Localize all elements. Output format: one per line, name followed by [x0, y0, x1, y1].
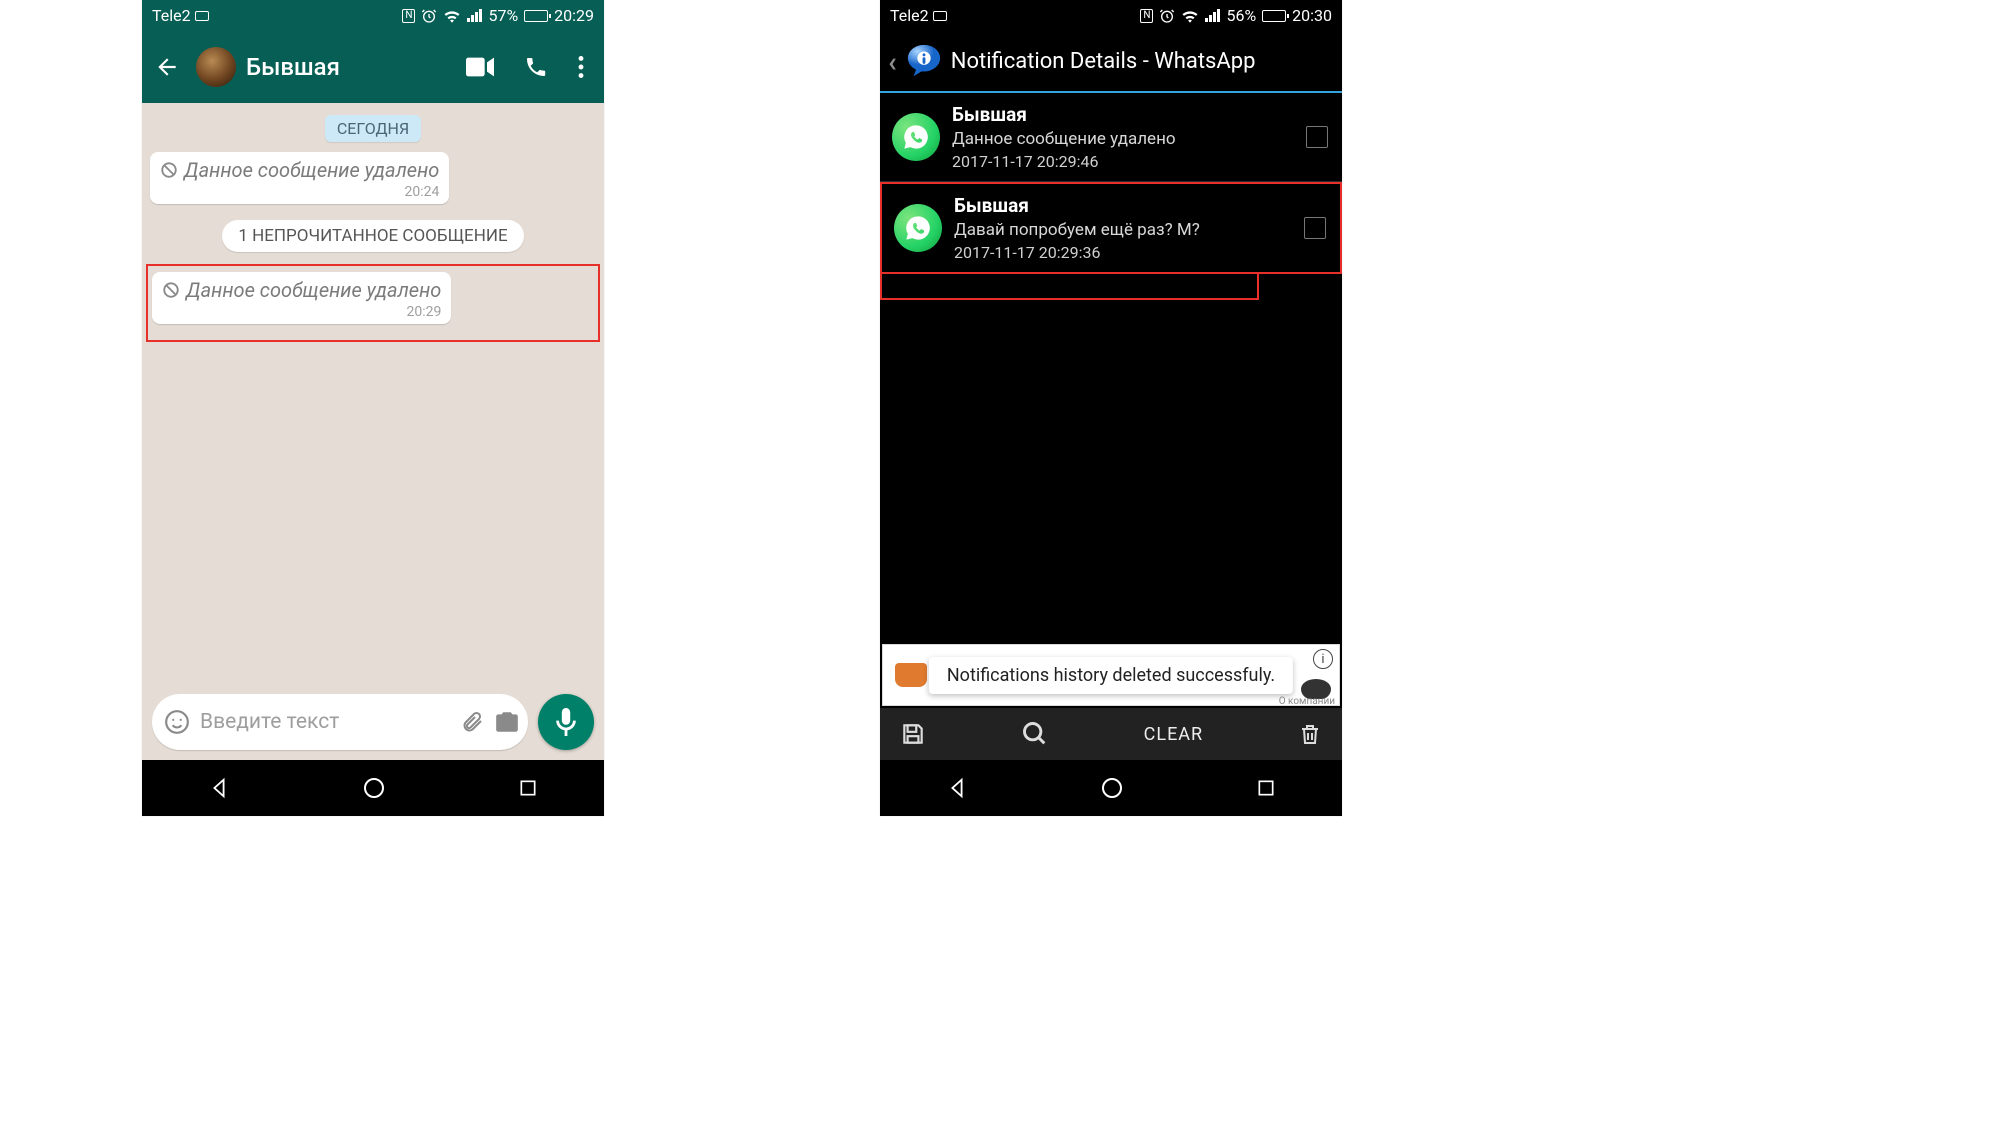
back-button[interactable]: ‹ — [888, 45, 897, 78]
clock-label: 20:29 — [554, 6, 594, 25]
ad-image-icon — [895, 663, 927, 687]
battery-icon — [524, 10, 548, 22]
highlighted-region: Данное сообщение удалено 20:29 — [146, 264, 600, 342]
app-header: ‹ Notification Details - WhatsApp — [880, 31, 1342, 93]
back-button[interactable] — [148, 48, 186, 86]
chat-area[interactable]: СЕГОДНЯ Данное сообщение удалено 20:24 1… — [142, 103, 604, 684]
status-bar: Tele2 N 57% 20:29 — [142, 0, 604, 31]
message-time: 20:24 — [160, 184, 439, 200]
ad-info-icon[interactable]: i — [1313, 649, 1333, 669]
nav-back-button[interactable] — [946, 777, 968, 799]
emoji-icon[interactable] — [164, 709, 190, 735]
carrier-label: Tele2 — [152, 6, 191, 25]
message-text: Данное сообщение удалено — [184, 158, 439, 182]
input-row: Введите текст — [142, 684, 604, 760]
mic-button[interactable] — [538, 694, 594, 750]
wifi-icon — [443, 9, 461, 23]
chat-header: Бывшая — [142, 31, 604, 103]
carrier-label: Tele2 — [890, 6, 929, 25]
sim-icon — [195, 11, 209, 21]
nav-home-button[interactable] — [362, 776, 386, 800]
voice-call-button[interactable] — [514, 45, 558, 89]
highlight-extension — [880, 272, 1259, 300]
more-button[interactable] — [568, 46, 594, 88]
notification-timestamp: 2017-11-17 20:29:46 — [952, 152, 1176, 171]
message-row[interactable]: Данное сообщение удалено 20:24 — [150, 152, 596, 204]
notification-list[interactable]: Бывшая Данное сообщение удалено 2017-11-… — [880, 93, 1342, 708]
notification-item[interactable]: Бывшая Давай попробуем ещё раз? М? 2017-… — [880, 182, 1342, 274]
search-icon[interactable] — [1021, 720, 1049, 748]
notification-timestamp: 2017-11-17 20:29:36 — [954, 243, 1200, 262]
message-input[interactable]: Введите текст — [152, 694, 528, 750]
message-bubble: Данное сообщение удалено 20:29 — [152, 272, 451, 324]
app-icon — [905, 42, 943, 80]
phone-whatsapp: Tele2 N 57% 20:29 Бывшая — [142, 0, 604, 816]
camera-icon[interactable] — [494, 709, 520, 735]
select-checkbox[interactable] — [1306, 126, 1328, 148]
notification-text: Бывшая Данное сообщение удалено 2017-11-… — [952, 103, 1176, 171]
toast-message: Notifications history deleted successful… — [929, 657, 1293, 694]
status-bar: Tele2 N 56% 20:30 — [880, 0, 1342, 31]
unread-badge: 1 НЕПРОЧИТАННОЕ СООБЩЕНИЕ — [222, 220, 523, 252]
message-row[interactable]: Данное сообщение удалено 20:29 — [152, 272, 594, 324]
battery-pct: 56% — [1226, 6, 1256, 25]
phone-notification-app: Tele2 N 56% 20:30 ‹ Notification Details… — [880, 0, 1342, 816]
wifi-icon — [1181, 9, 1199, 23]
message-bubble: Данное сообщение удалено 20:24 — [150, 152, 449, 204]
battery-icon — [1262, 10, 1286, 22]
signal-icon — [467, 9, 482, 22]
notification-text: Бывшая Давай попробуем ещё раз? М? 2017-… — [954, 194, 1200, 262]
whatsapp-icon — [892, 113, 940, 161]
ad-footer-text: О компании — [1279, 696, 1335, 707]
clock-label: 20:30 — [1292, 6, 1332, 25]
alarm-icon — [421, 8, 437, 24]
nfc-icon: N — [1140, 9, 1153, 23]
signal-icon — [1205, 9, 1220, 22]
blocked-icon — [162, 281, 180, 299]
notification-body: Давай попробуем ещё раз? М? — [954, 220, 1200, 240]
notification-sender: Бывшая — [954, 194, 1200, 217]
android-nav — [142, 760, 604, 816]
notification-body: Данное сообщение удалено — [952, 129, 1176, 149]
notification-item[interactable]: Бывшая Данное сообщение удалено 2017-11-… — [880, 93, 1342, 182]
alarm-icon — [1159, 8, 1175, 24]
trash-icon[interactable] — [1298, 721, 1322, 747]
video-call-button[interactable] — [456, 47, 504, 87]
nav-back-button[interactable] — [208, 777, 230, 799]
save-icon[interactable] — [900, 721, 926, 747]
message-time: 20:29 — [162, 304, 441, 320]
page-title: Notification Details - WhatsApp — [951, 49, 1256, 74]
notification-sender: Бывшая — [952, 103, 1176, 126]
nfc-icon: N — [402, 9, 415, 23]
bottom-toolbar: CLEAR — [880, 708, 1342, 760]
input-placeholder: Введите текст — [200, 710, 450, 734]
contact-name[interactable]: Бывшая — [246, 53, 446, 81]
android-nav — [880, 760, 1342, 816]
select-checkbox[interactable] — [1304, 217, 1326, 239]
nav-recent-button[interactable] — [518, 778, 538, 798]
ad-banner[interactable]: Notifications history deleted successful… — [882, 644, 1340, 706]
sim-icon — [933, 11, 947, 21]
attach-icon[interactable] — [460, 710, 484, 734]
nav-recent-button[interactable] — [1256, 778, 1276, 798]
nav-home-button[interactable] — [1100, 776, 1124, 800]
date-chip: СЕГОДНЯ — [325, 115, 421, 142]
battery-pct: 57% — [488, 6, 518, 25]
clear-button[interactable]: CLEAR — [1144, 724, 1203, 745]
contact-avatar[interactable] — [196, 47, 236, 87]
whatsapp-icon — [894, 204, 942, 252]
blocked-icon — [160, 161, 178, 179]
message-text: Данное сообщение удалено — [186, 278, 441, 302]
